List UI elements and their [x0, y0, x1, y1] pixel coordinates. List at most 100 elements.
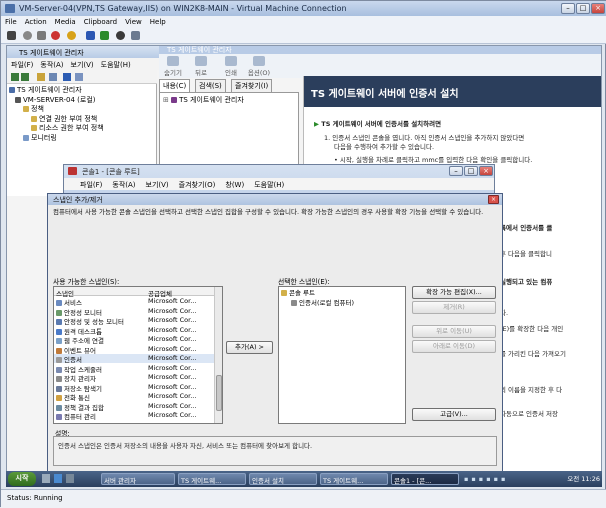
- ie-icon[interactable]: [54, 474, 62, 483]
- close-button[interactable]: ×: [591, 3, 605, 14]
- help-icon[interactable]: [63, 73, 71, 81]
- ts-menu-file[interactable]: 파일(F): [11, 61, 33, 69]
- available-snapin-row[interactable]: 전화 통신 Microsoft Cor...: [54, 392, 214, 402]
- reset-icon[interactable]: [100, 31, 109, 40]
- console-tree-icon[interactable]: [49, 73, 57, 81]
- console-menu-file[interactable]: 파일(F): [80, 181, 102, 189]
- back-button[interactable]: 뒤로: [189, 56, 213, 77]
- back-icon[interactable]: [11, 73, 19, 81]
- add-button[interactable]: 추가(A) >: [226, 341, 273, 354]
- available-snapin-row[interactable]: 안정성 모니터 Microsoft Cor...: [54, 307, 214, 317]
- help-fragment: 의 이름을 지정한 후 다: [500, 386, 563, 394]
- start-button[interactable]: 시작: [8, 472, 36, 486]
- print-button[interactable]: 인쇄: [219, 56, 243, 77]
- task-ts-gateway-1[interactable]: TS 게이트웨...: [178, 473, 246, 485]
- remove-button[interactable]: 제거(R): [412, 301, 496, 314]
- console-minimize-button[interactable]: –: [449, 166, 463, 176]
- task-ts-gateway-2[interactable]: TS 게이트웨...: [320, 473, 388, 485]
- selected-snapins-list[interactable]: 콘솔 루트 인증서(로컬 컴퓨터): [278, 286, 406, 424]
- tree-rap[interactable]: 리소스 권한 부여 정책: [9, 124, 154, 134]
- ctrl-alt-del-icon[interactable]: [7, 31, 16, 40]
- available-snapin-row[interactable]: 작업 스케줄러 Microsoft Cor...: [54, 364, 214, 374]
- tab-favorites[interactable]: 즐겨찾기(I): [231, 79, 273, 92]
- available-list-scrollbar[interactable]: [214, 287, 222, 423]
- folder-icon: [281, 290, 287, 296]
- menu-media[interactable]: Media: [55, 18, 76, 26]
- selected-item-certificates[interactable]: 인증서(로컬 컴퓨터): [281, 299, 403, 309]
- pause-icon[interactable]: [86, 31, 95, 40]
- guest-taskbar: 시작 서버 관리자 TS 게이트웨... 인증서 설치 TS 게이트웨... 콘…: [6, 471, 602, 487]
- options-button[interactable]: 옵션(O): [247, 56, 271, 77]
- ts-menu-help[interactable]: 도움말(H): [101, 61, 131, 69]
- menu-file[interactable]: File: [5, 18, 17, 26]
- console-menu-favorites[interactable]: 즐겨찾기(O): [179, 181, 216, 189]
- scrollbar-thumb[interactable]: [216, 375, 222, 411]
- ts-menu-action[interactable]: 동작(A): [40, 61, 63, 69]
- available-snapin-row[interactable]: 웹 주소에 연결 Microsoft Cor...: [54, 335, 214, 345]
- available-snapin-row[interactable]: 서비스 Microsoft Cor...: [54, 297, 214, 307]
- hide-button[interactable]: 숨기기: [161, 56, 185, 77]
- available-snapin-row[interactable]: 저장소 탐색기 Microsoft Cor...: [54, 383, 214, 393]
- save-state-icon[interactable]: [67, 31, 76, 40]
- system-tray-icons[interactable]: ▪▪▪▪▪▪: [464, 475, 544, 483]
- console-title-bar: 콘솔1 - [콘솔 루트]: [64, 165, 494, 177]
- console-maximize-button[interactable]: □: [464, 166, 478, 176]
- console-menu-action[interactable]: 동작(A): [112, 181, 135, 189]
- ts-menu-view[interactable]: 보기(V): [71, 61, 94, 69]
- properties-icon[interactable]: [75, 73, 83, 81]
- available-snapins-list[interactable]: 스냅인 공급업체 서비스 Microsoft Cor... 안정성 모니터 Micro…: [53, 286, 223, 424]
- help-tree-item[interactable]: ⊞ TS 게이트웨이 관리자: [163, 96, 295, 106]
- folder-icon[interactable]: [37, 73, 45, 81]
- advanced-button[interactable]: 고급(V)...: [412, 408, 496, 421]
- monitor-icon: [23, 134, 29, 141]
- move-up-button[interactable]: 위로 이동(U): [412, 325, 496, 338]
- snapin-vendor: Microsoft Cor...: [148, 411, 197, 419]
- menu-clipboard[interactable]: Clipboard: [84, 18, 117, 26]
- selected-item-console-root[interactable]: 콘솔 루트: [281, 289, 403, 299]
- menu-help[interactable]: Help: [150, 18, 166, 26]
- server-icon: [15, 96, 21, 103]
- tree-monitoring[interactable]: 모니터링: [9, 134, 154, 144]
- tree-cap[interactable]: 연결 권한 부여 정책: [9, 115, 154, 125]
- tree-root[interactable]: TS 게이트웨이 관리자: [9, 86, 154, 96]
- console-close-button[interactable]: ×: [479, 166, 493, 176]
- tree-policies[interactable]: 정책: [9, 105, 154, 115]
- console-menu-view[interactable]: 보기(V): [146, 181, 169, 189]
- snapshot-icon[interactable]: [116, 31, 125, 40]
- tab-search[interactable]: 검색(S): [195, 79, 226, 92]
- tab-contents[interactable]: 내용(C): [159, 79, 191, 92]
- minimize-button[interactable]: –: [561, 3, 575, 14]
- shutdown-icon[interactable]: [51, 31, 60, 40]
- tree-server[interactable]: VM-SERVER-04 (로컬): [9, 96, 154, 106]
- snapin-icon: [56, 319, 62, 325]
- available-snapin-row[interactable]: 원격 데스크톱 Microsoft Cor...: [54, 326, 214, 336]
- task-install-cert[interactable]: 인증서 설치: [249, 473, 317, 485]
- show-desktop-icon[interactable]: [42, 474, 50, 483]
- menu-action[interactable]: Action: [25, 18, 47, 26]
- available-snapin-row[interactable]: 정책 결과 집합 Microsoft Cor...: [54, 402, 214, 412]
- menu-view[interactable]: View: [125, 18, 142, 26]
- edit-extensions-button[interactable]: 확장 가능 편집(X)...: [412, 286, 496, 299]
- task-console1[interactable]: 콘솔1 - [콘...: [391, 473, 459, 485]
- console-menu-help[interactable]: 도움말(H): [254, 181, 284, 189]
- available-snapin-row[interactable]: 장치 관리자 Microsoft Cor...: [54, 373, 214, 383]
- forward-icon[interactable]: [21, 73, 29, 81]
- taskbar-clock[interactable]: 오전 11:26: [554, 473, 600, 485]
- move-down-button[interactable]: 아래로 이동(D): [412, 340, 496, 353]
- snapin-icon: [56, 366, 62, 373]
- dialog-close-button[interactable]: ×: [488, 195, 499, 204]
- vm-title: VM-Server-04(VPN,TS Gateway,IIS) on WIN2…: [19, 4, 347, 13]
- start-icon[interactable]: [23, 31, 32, 40]
- available-snapin-row[interactable]: 안정성 및 성능 모니터 Microsoft Cor...: [54, 316, 214, 326]
- maximize-button[interactable]: □: [576, 3, 590, 14]
- snapin-icon: [56, 395, 62, 401]
- explorer-icon[interactable]: [66, 474, 74, 483]
- task-server-manager[interactable]: 서버 관리자: [101, 473, 175, 485]
- console-menu-window[interactable]: 창(W): [225, 181, 244, 189]
- turn-off-icon[interactable]: [37, 31, 46, 40]
- available-snapin-row[interactable]: 인증서 Microsoft Cor...: [54, 354, 214, 364]
- expand-icon[interactable]: ⊞: [163, 96, 171, 104]
- available-snapin-row[interactable]: 컴퓨터 관리 Microsoft Cor...: [54, 411, 214, 421]
- revert-icon[interactable]: [131, 31, 140, 40]
- available-snapin-row[interactable]: 이벤트 뷰어 Microsoft Cor...: [54, 345, 214, 355]
